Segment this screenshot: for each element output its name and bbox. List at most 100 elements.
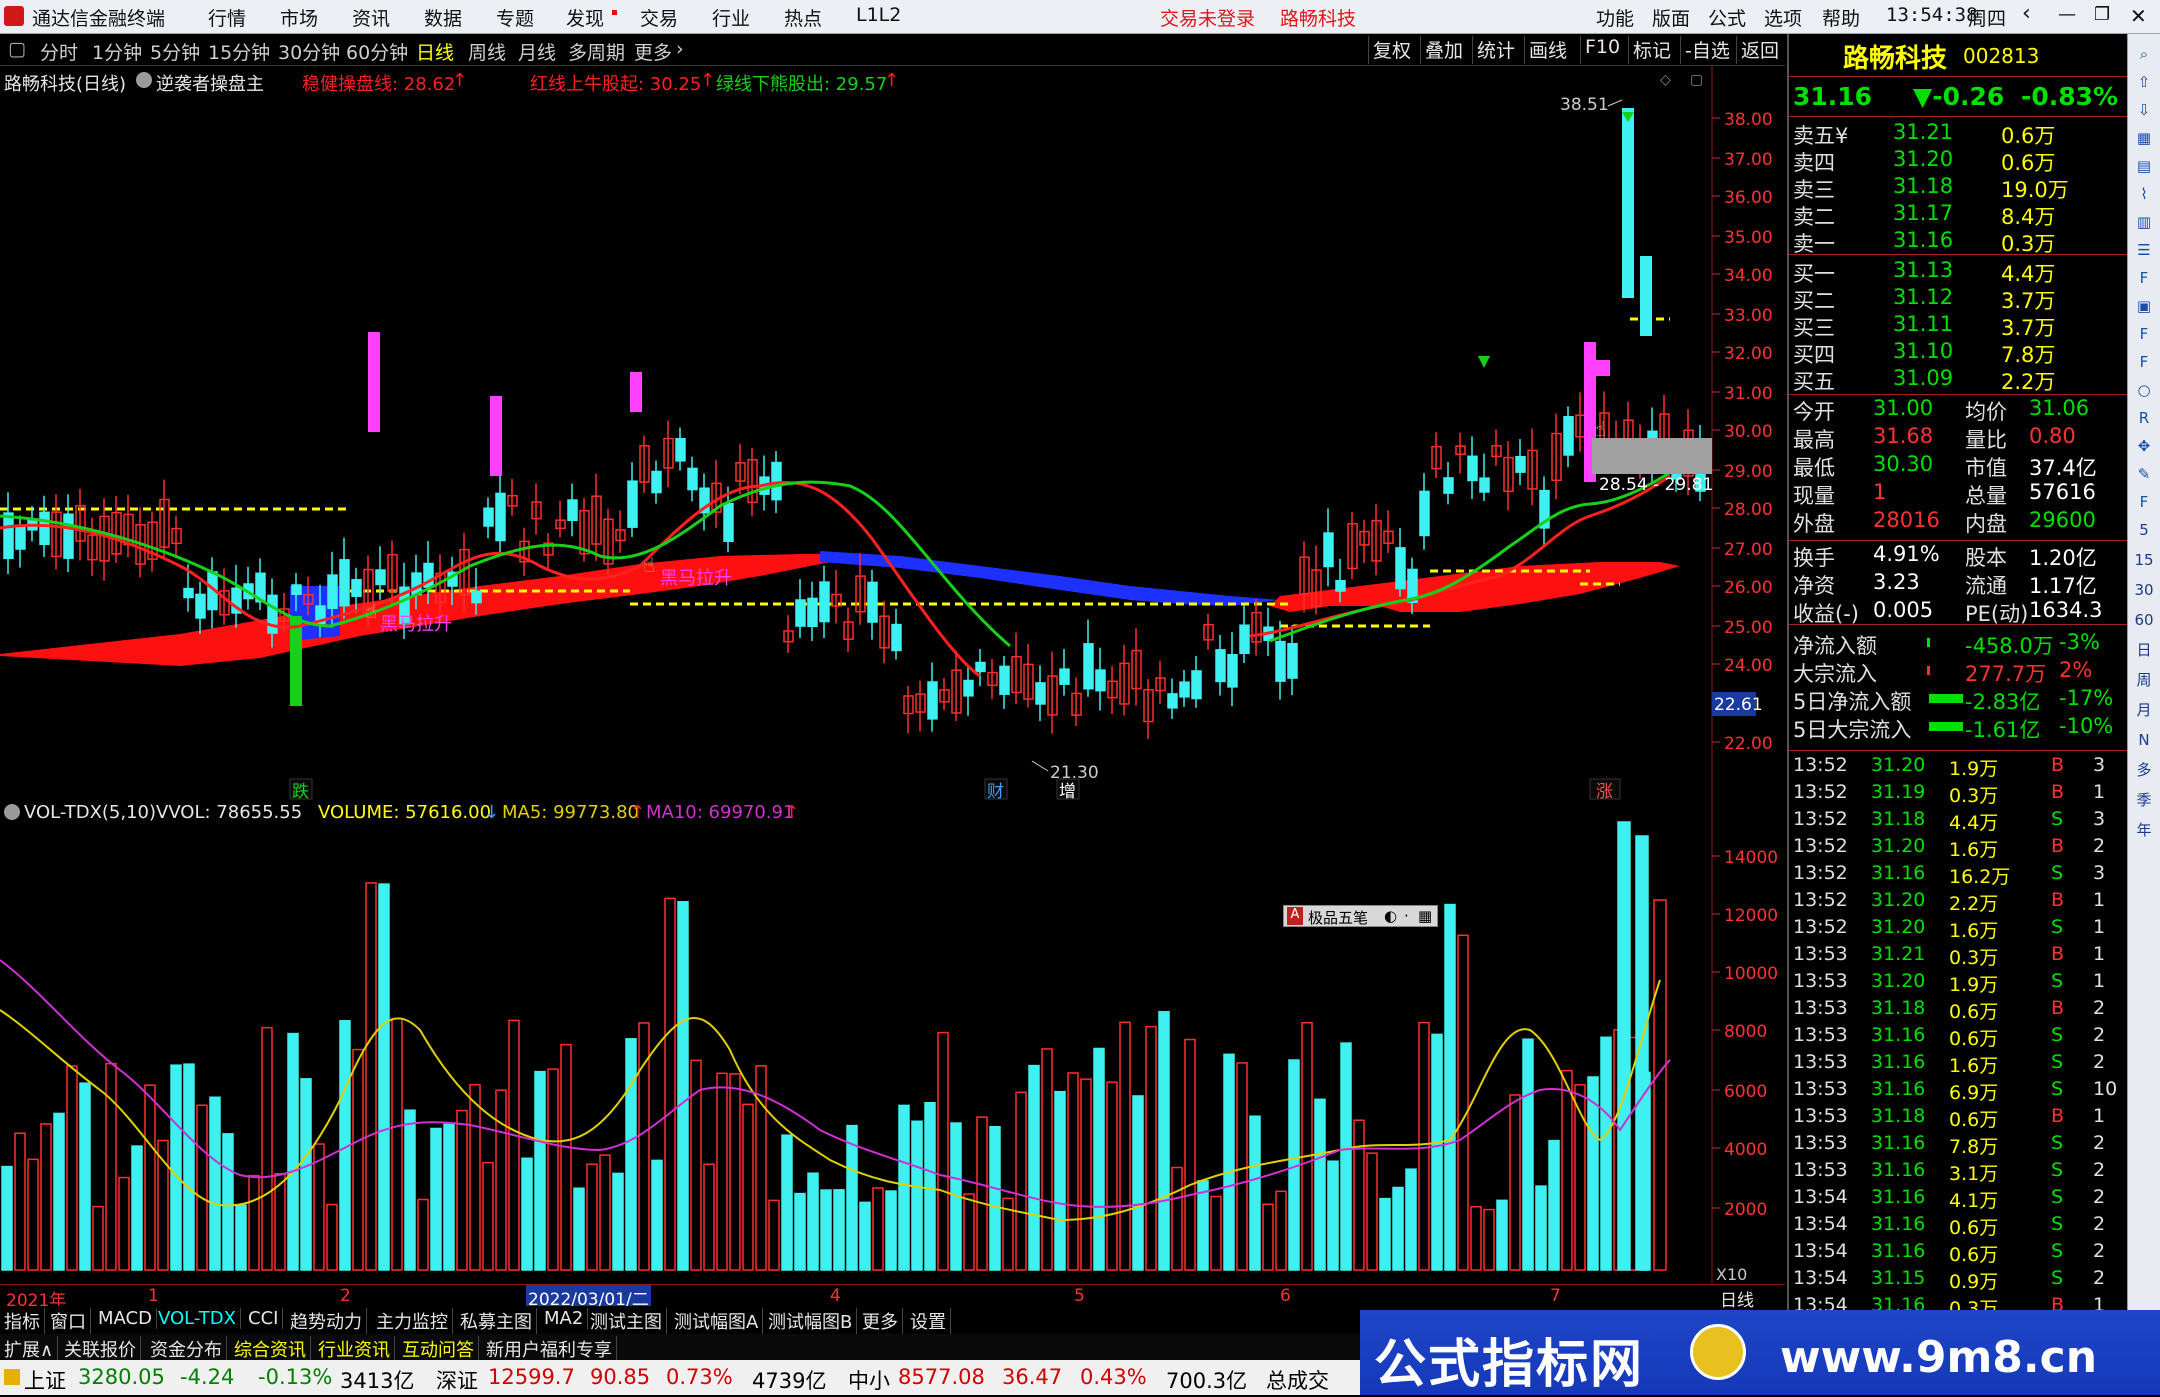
sidebar-period-button[interactable]: 60 — [2132, 608, 2156, 632]
tab-simu[interactable]: 私募主图 — [456, 1308, 537, 1334]
tab-zhuli[interactable]: 主力监控 — [372, 1308, 453, 1334]
arrow-up-icon[interactable]: ⇧ — [2132, 70, 2156, 94]
tab-more[interactable]: 更多 — [634, 38, 672, 65]
sidebar-period-button[interactable]: 30 — [2132, 578, 2156, 602]
tab-zhibiao[interactable]: 指标 — [0, 1308, 45, 1334]
tab-shezhi[interactable]: 设置 — [906, 1308, 951, 1334]
tab-5min[interactable]: 5分钟 — [150, 38, 200, 65]
settings-icon[interactable] — [136, 72, 152, 88]
ask-price[interactable]: 31.21 — [1893, 120, 1953, 147]
huaxian-button[interactable]: 画线 — [1524, 36, 1571, 64]
f10-button[interactable]: F10 — [1580, 36, 1624, 64]
rsi-icon[interactable]: R — [2132, 406, 2156, 430]
tab-qushi[interactable]: 趋势动力 — [286, 1308, 367, 1334]
bid-price[interactable]: 31.12 — [1893, 285, 1953, 312]
ask-price[interactable]: 31.18 — [1893, 174, 1953, 201]
menu-redian[interactable]: 热点 — [784, 4, 822, 31]
sidebar-period-button[interactable]: 15 — [2132, 548, 2156, 572]
tab-hangye[interactable]: 行业资讯 — [314, 1336, 395, 1362]
tab-zijin[interactable]: 资金分布 — [146, 1336, 227, 1362]
tab-xinyonghu[interactable]: 新用户福利专享 — [482, 1336, 617, 1362]
pen-icon[interactable]: ✎ — [2132, 462, 2156, 486]
menu-hangye[interactable]: 行业 — [712, 4, 750, 31]
moon-icon[interactable]: ◐ — [1384, 907, 1397, 925]
minimize-icon[interactable]: — — [2058, 4, 2076, 25]
chart-icon[interactable]: ▦ — [2132, 126, 2156, 150]
f3-icon[interactable]: F — [2132, 350, 2156, 374]
menu-shichang[interactable]: 市场 — [280, 4, 318, 31]
keyboard-icon[interactable]: ▦ — [1418, 907, 1432, 925]
tab-ceshi-a[interactable]: 测试幅图A — [670, 1308, 764, 1334]
sidebar-period-button[interactable]: 季 — [2132, 788, 2156, 812]
list-icon[interactable]: ☰ — [2132, 238, 2156, 262]
arrow-down-icon[interactable]: ⇩ — [2132, 98, 2156, 122]
tab-vol-tdx[interactable]: VOL-TDX — [154, 1308, 241, 1329]
sidebar-period-button[interactable]: 月 — [2132, 698, 2156, 722]
tab-weekly[interactable]: 周线 — [468, 38, 506, 65]
tab-hudong[interactable]: 互动问答 — [398, 1336, 479, 1362]
settings-icon[interactable] — [4, 804, 20, 820]
menu-jiaoyi[interactable]: 交易 — [640, 4, 678, 31]
ask-price[interactable]: 31.17 — [1893, 201, 1953, 228]
line-chart-icon[interactable]: ⌇ — [2132, 182, 2156, 206]
dot-icon[interactable]: · — [1404, 907, 1409, 925]
menu-gongneng[interactable]: 功能 — [1596, 4, 1634, 31]
ask-price[interactable]: 31.20 — [1893, 147, 1953, 174]
sh-name[interactable]: 上证 — [24, 1365, 66, 1395]
formula-name[interactable]: 逆袭者操盘主 — [156, 70, 264, 96]
tab-guanlian[interactable]: 关联报价 — [60, 1336, 141, 1362]
tab-macd[interactable]: MACD — [94, 1308, 157, 1329]
menu-faxian[interactable]: 发现 — [566, 4, 604, 31]
fanhui-button[interactable]: 返回 — [1736, 36, 1783, 64]
more-arrow-icon[interactable]: › — [676, 38, 684, 60]
doc-icon[interactable]: ▣ — [2132, 294, 2156, 318]
menu-zhuanti[interactable]: 专题 — [496, 4, 534, 31]
menu-bangzhu[interactable]: 帮助 — [1822, 4, 1860, 31]
sidebar-period-button[interactable]: 多 — [2132, 758, 2156, 782]
bid-price[interactable]: 31.09 — [1893, 366, 1953, 393]
tab-ma2[interactable]: MA2 — [540, 1308, 589, 1329]
sidebar-period-button[interactable]: 日 — [2132, 638, 2156, 662]
move-icon[interactable]: ✥ — [2132, 434, 2156, 458]
tab-kuozhan[interactable]: 扩展∧ — [0, 1336, 59, 1362]
grid-icon[interactable]: ▤ — [2132, 154, 2156, 178]
tab-gengduo[interactable]: 更多 — [858, 1308, 903, 1334]
sidebar-period-button[interactable]: 5 — [2132, 518, 2156, 542]
f2-icon[interactable]: F — [2132, 322, 2156, 346]
sidebar-period-button[interactable]: N — [2132, 728, 2156, 752]
tab-chuangkou[interactable]: 窗口 — [46, 1308, 91, 1334]
tab-30min[interactable]: 30分钟 — [278, 38, 340, 65]
biaoji-button[interactable]: 标记 — [1628, 36, 1675, 64]
tab-zonghe[interactable]: 综合资讯 — [230, 1336, 311, 1362]
bid-price[interactable]: 31.11 — [1893, 312, 1953, 339]
kline-chart[interactable]: 28.54 - 29.81 38.51 21.30 黑马拉升 黑马拉升 ☝ ☝ … — [0, 66, 1785, 804]
menu-l1l2[interactable]: L1L2 — [856, 4, 901, 26]
search-icon[interactable]: ⌕ — [2132, 42, 2156, 66]
tab-multi[interactable]: 多周期 — [568, 38, 625, 65]
tab-60min[interactable]: 60分钟 — [346, 38, 408, 65]
menu-hangqing[interactable]: 行情 — [208, 4, 246, 31]
trade-login-notice[interactable]: 交易未登录 — [1160, 4, 1255, 31]
circle-icon[interactable]: ○ — [2132, 378, 2156, 402]
zx-name[interactable]: 中小 — [848, 1365, 890, 1395]
menu-banmian[interactable]: 版面 — [1652, 4, 1690, 31]
sz-name[interactable]: 深证 — [436, 1365, 478, 1395]
sidebar-period-button[interactable]: 周 — [2132, 668, 2156, 692]
tab-15min[interactable]: 15分钟 — [208, 38, 270, 65]
fs-icon[interactable]: F — [2132, 490, 2156, 514]
tab-fenshi[interactable]: 分时 — [40, 38, 78, 65]
ime-toolbar[interactable]: A 极品五笔 ◐ · ▦ — [1283, 905, 1438, 927]
tab-cci[interactable]: CCI — [244, 1308, 284, 1329]
tongji-button[interactable]: 统计 — [1472, 36, 1519, 64]
f10-icon[interactable]: F — [2132, 266, 2156, 290]
volume-chart[interactable]: 14000 12000 10000 8000 6000 4000 2000 X10 — [0, 800, 1785, 1284]
collapse-icon[interactable]: ▢ — [8, 38, 26, 60]
tab-1min[interactable]: 1分钟 — [92, 38, 142, 65]
sidebar-period-button[interactable]: 年 — [2132, 818, 2156, 842]
candle-icon[interactable]: ▥ — [2132, 210, 2156, 234]
bid-price[interactable]: 31.13 — [1893, 258, 1953, 285]
tab-ceshi-main[interactable]: 测试主图 — [586, 1308, 667, 1334]
menu-shuju[interactable]: 数据 — [424, 4, 462, 31]
menu-xuanxiang[interactable]: 选项 — [1764, 4, 1802, 31]
ask-price[interactable]: 31.16 — [1893, 228, 1953, 255]
